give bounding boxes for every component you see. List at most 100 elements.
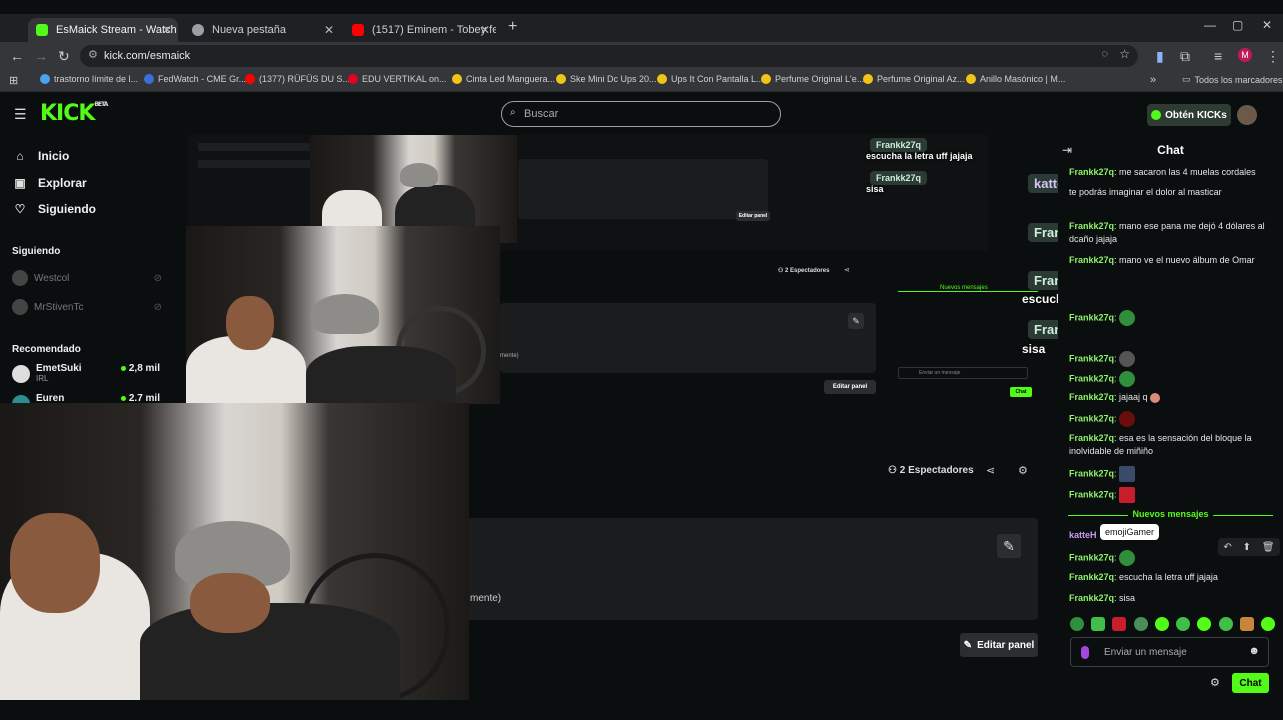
chat-username[interactable]: Frankk27q [1069, 572, 1114, 582]
get-kicks-button[interactable]: Obtén KICKs [1147, 104, 1231, 126]
chat-username[interactable]: Frankk27q [1069, 373, 1114, 383]
new-tab-icon[interactable]: + [508, 18, 517, 36]
minimize-icon[interactable]: — [1204, 18, 1216, 32]
emote-icon[interactable] [1197, 617, 1212, 631]
chat-username[interactable]: Frankk27q [1069, 392, 1114, 402]
media-icon[interactable]: ≡ [1214, 48, 1222, 64]
kick-logo[interactable]: KICKBETA [40, 101, 108, 126]
chat-username[interactable]: Frankk27q [1069, 312, 1114, 322]
chat-message[interactable]: te podrás imaginar el dolor al masticar [1069, 186, 1274, 199]
bookmark[interactable]: Cinta Led Manguera... [452, 74, 555, 84]
search-input[interactable]: ⌕ Buscar [501, 101, 781, 127]
bookmark[interactable]: Ske Mini Dc Ups 20... [556, 74, 657, 84]
user-avatar[interactable] [1237, 105, 1257, 125]
puzzle-icon[interactable]: ⧉ [1180, 48, 1190, 65]
chat-message[interactable]: Frankk27q: [1069, 550, 1274, 566]
star-icon[interactable]: ☆ [1119, 47, 1130, 61]
back-icon[interactable]: ← [10, 48, 24, 64]
nested-chat-button: Chat [1010, 387, 1032, 397]
sidebar-item-explorar[interactable]: ▣ Explorar [12, 176, 86, 190]
chat-username[interactable]: Frankk27q [1069, 489, 1114, 499]
emote-icon[interactable] [1154, 617, 1169, 631]
chat-username[interactable]: Frankk27q [1069, 593, 1114, 603]
all-bookmarks-folder[interactable]: ▭ Todos los marcadores [1182, 74, 1283, 85]
hamburger-menu-icon[interactable]: ☰ [14, 106, 27, 123]
close-tab-icon[interactable]: ✕ [480, 23, 490, 37]
chat-message[interactable]: Frankk27q: mano ve el nuevo álbum de Oma… [1069, 254, 1274, 267]
chat-settings-icon[interactable]: ⚙ [1210, 676, 1220, 689]
bookmark[interactable]: Perfume Original L'e... [761, 74, 864, 84]
close-tab-icon[interactable]: ✕ [324, 23, 334, 37]
pencil-edit-icon[interactable]: ✎ [997, 534, 1021, 558]
forward-icon[interactable]: → [34, 48, 48, 64]
maximize-icon[interactable]: ▢ [1232, 18, 1243, 32]
chat-username[interactable]: katteH [1069, 530, 1097, 540]
chat-message[interactable]: Frankk27q: sisa [1069, 592, 1274, 605]
chat-username[interactable]: Frankk27q [1069, 413, 1114, 423]
chat-message[interactable]: Frankk27q: [1069, 310, 1274, 326]
site-info-icon[interactable]: ⚙ [88, 48, 98, 61]
emote-icon[interactable] [1260, 617, 1275, 631]
url-input[interactable]: ⚙ kick.com/esmaick ◌ ☆ [80, 45, 1138, 67]
bookmark[interactable]: EDU VERTIKAL on... [348, 74, 447, 84]
tab-esmaick[interactable]: EsMaick Stream - Watch Live o ✕ [28, 18, 178, 42]
bookmark[interactable]: (1377) RÜFÜS DU S... [245, 74, 350, 84]
new-messages-divider[interactable]: Nuevos mensajes [1068, 509, 1273, 521]
emote-icon[interactable] [1133, 617, 1148, 631]
emote-icon[interactable] [1112, 617, 1127, 631]
tab-youtube[interactable]: (1517) Eminem - Tobey feat. Bi ✕ [344, 18, 496, 42]
recommended-channel[interactable]: EmetSuki IRL 2,8 mil [12, 363, 170, 389]
nested-new-messages: Nuevos mensajes [938, 285, 990, 291]
profile-avatar[interactable]: M [1238, 48, 1252, 62]
chat-message[interactable]: Frankk27q: [1069, 371, 1274, 387]
eye-off-icon[interactable]: ◌ [1101, 48, 1108, 60]
chat-username[interactable]: Frankk27q [1069, 167, 1114, 177]
emote-gamer-icon[interactable] [1119, 550, 1136, 566]
emote-icon[interactable] [1218, 617, 1233, 631]
emoji-picker-icon[interactable]: ☻ [1248, 645, 1260, 657]
chat-username[interactable]: Frankk27q [1069, 468, 1114, 478]
bookmark[interactable]: trastorno límite de l... [40, 74, 138, 84]
chat-message-input[interactable]: Enviar un mensaje ☻ [1070, 637, 1269, 667]
close-tab-icon[interactable]: ✕ [162, 23, 172, 37]
emote-icon[interactable] [1091, 617, 1106, 631]
sidebar-item-siguiendo[interactable]: ♡ Siguiendo [12, 202, 96, 216]
bookmark[interactable]: Anillo Masónico | M... [966, 74, 1065, 84]
user-settings-icon[interactable]: ⚙ [1018, 464, 1028, 477]
bookmark[interactable]: Perfume Original Az... [863, 74, 965, 84]
chat-username[interactable]: Frankk27q [1069, 433, 1114, 443]
edit-panel-button[interactable]: ✎ Editar panel [960, 633, 1038, 657]
chat-send-button[interactable]: Chat [1232, 673, 1269, 693]
bookmark[interactable]: Ups It Con Pantalla L... [657, 74, 764, 84]
emote-icon[interactable] [1239, 617, 1254, 631]
microphone-icon[interactable] [1081, 646, 1089, 659]
emote-icon[interactable] [1176, 617, 1191, 631]
following-channel[interactable]: Westcol ⊘ [12, 270, 162, 286]
chat-username[interactable]: Frankk27q [1069, 353, 1114, 363]
chat-username[interactable]: Frankk27q [1069, 552, 1114, 562]
chat-message[interactable]: Frankk27q: escucha la letra uff jajaja [1069, 571, 1274, 584]
chat-message[interactable]: Frankk27q: [1069, 487, 1274, 503]
emote-icon[interactable] [1070, 617, 1084, 631]
chat-message[interactable]: Frankk27q: esa es la sensación del bloqu… [1069, 432, 1274, 458]
spectators-count[interactable]: ⚇ 2 Espectadores [888, 465, 974, 476]
reload-icon[interactable]: ↻ [58, 48, 70, 65]
chat-username[interactable]: Frankk27q [1069, 221, 1114, 231]
menu-icon[interactable]: ⋮ [1266, 48, 1280, 65]
share-icon[interactable]: ⋖ [986, 464, 995, 477]
chat-message[interactable]: Frankk27q: jajaaj q [1069, 391, 1274, 404]
apps-icon[interactable]: ⊞ [9, 74, 18, 87]
more-bookmarks-icon[interactable]: » [1150, 74, 1156, 86]
following-channel[interactable]: MrStivenTc ⊘ [12, 299, 162, 315]
close-window-icon[interactable]: ✕ [1262, 18, 1272, 32]
chat-message[interactable]: Frankk27q: [1069, 351, 1274, 367]
chat-message[interactable]: Frankk27q: [1069, 466, 1274, 482]
chat-message[interactable]: Frankk27q: me sacaron las 4 muelas corda… [1069, 166, 1274, 179]
chat-message[interactable]: Frankk27q: [1069, 411, 1274, 427]
extension-icon[interactable]: ▮ [1156, 48, 1164, 65]
chat-message[interactable]: Frankk27q: mano ese pana me dejó 4 dólar… [1069, 220, 1274, 246]
sidebar-item-inicio[interactable]: ⌂ Inicio [12, 149, 69, 163]
chat-username[interactable]: Frankk27q [1069, 255, 1114, 265]
tab-new[interactable]: Nueva pestaña ✕ [184, 18, 340, 42]
bookmark[interactable]: FedWatch - CME Gr... [144, 74, 246, 84]
